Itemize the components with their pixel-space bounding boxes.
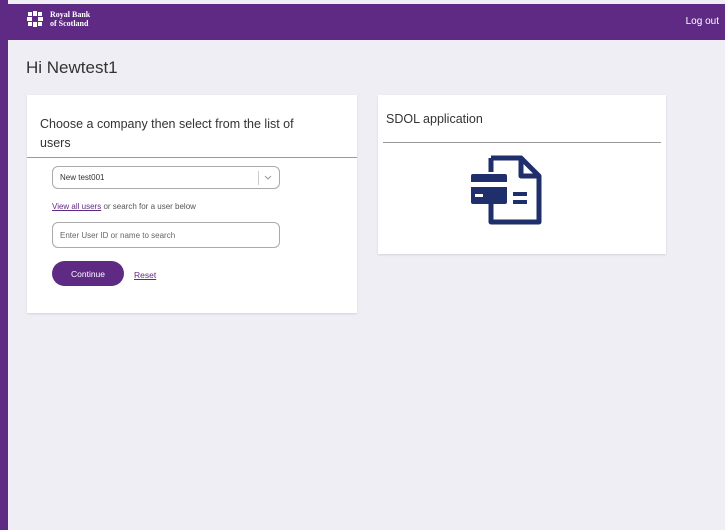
company-select-card: Choose a company then select from the li…	[27, 95, 357, 313]
daisy-logo-icon	[26, 10, 44, 28]
company-select[interactable]: New test001	[52, 166, 280, 189]
card-divider	[27, 157, 357, 158]
search-hint-text: or search for a user below	[101, 202, 196, 211]
top-header: Royal Bank of Scotland Log out	[8, 4, 725, 40]
view-all-users-link[interactable]: View all users	[52, 202, 101, 211]
sdol-application-card[interactable]: SDOL application	[378, 95, 666, 254]
logout-link[interactable]: Log out	[686, 16, 719, 27]
window-frame	[0, 0, 8, 530]
sdol-card-title: SDOL application	[386, 112, 483, 126]
reset-link[interactable]: Reset	[134, 270, 156, 280]
brand-name: Royal Bank of Scotland	[50, 10, 90, 28]
user-search-input[interactable]	[52, 222, 280, 248]
brand-line-2: of Scotland	[50, 19, 89, 28]
continue-button[interactable]: Continue	[52, 261, 124, 286]
company-card-title: Choose a company then select from the li…	[40, 117, 294, 150]
page-greeting: Hi Newtest1	[26, 58, 118, 77]
view-users-row: View all users or search for a user belo…	[52, 202, 196, 211]
brand-logo[interactable]: Royal Bank of Scotland	[26, 10, 90, 28]
chevron-down-icon[interactable]	[263, 171, 273, 183]
card-divider	[383, 142, 661, 143]
document-card-icon	[471, 152, 547, 228]
company-select-value: New test001	[60, 173, 105, 182]
brand-line-1: Royal Bank	[50, 10, 91, 19]
select-separator	[258, 171, 259, 185]
